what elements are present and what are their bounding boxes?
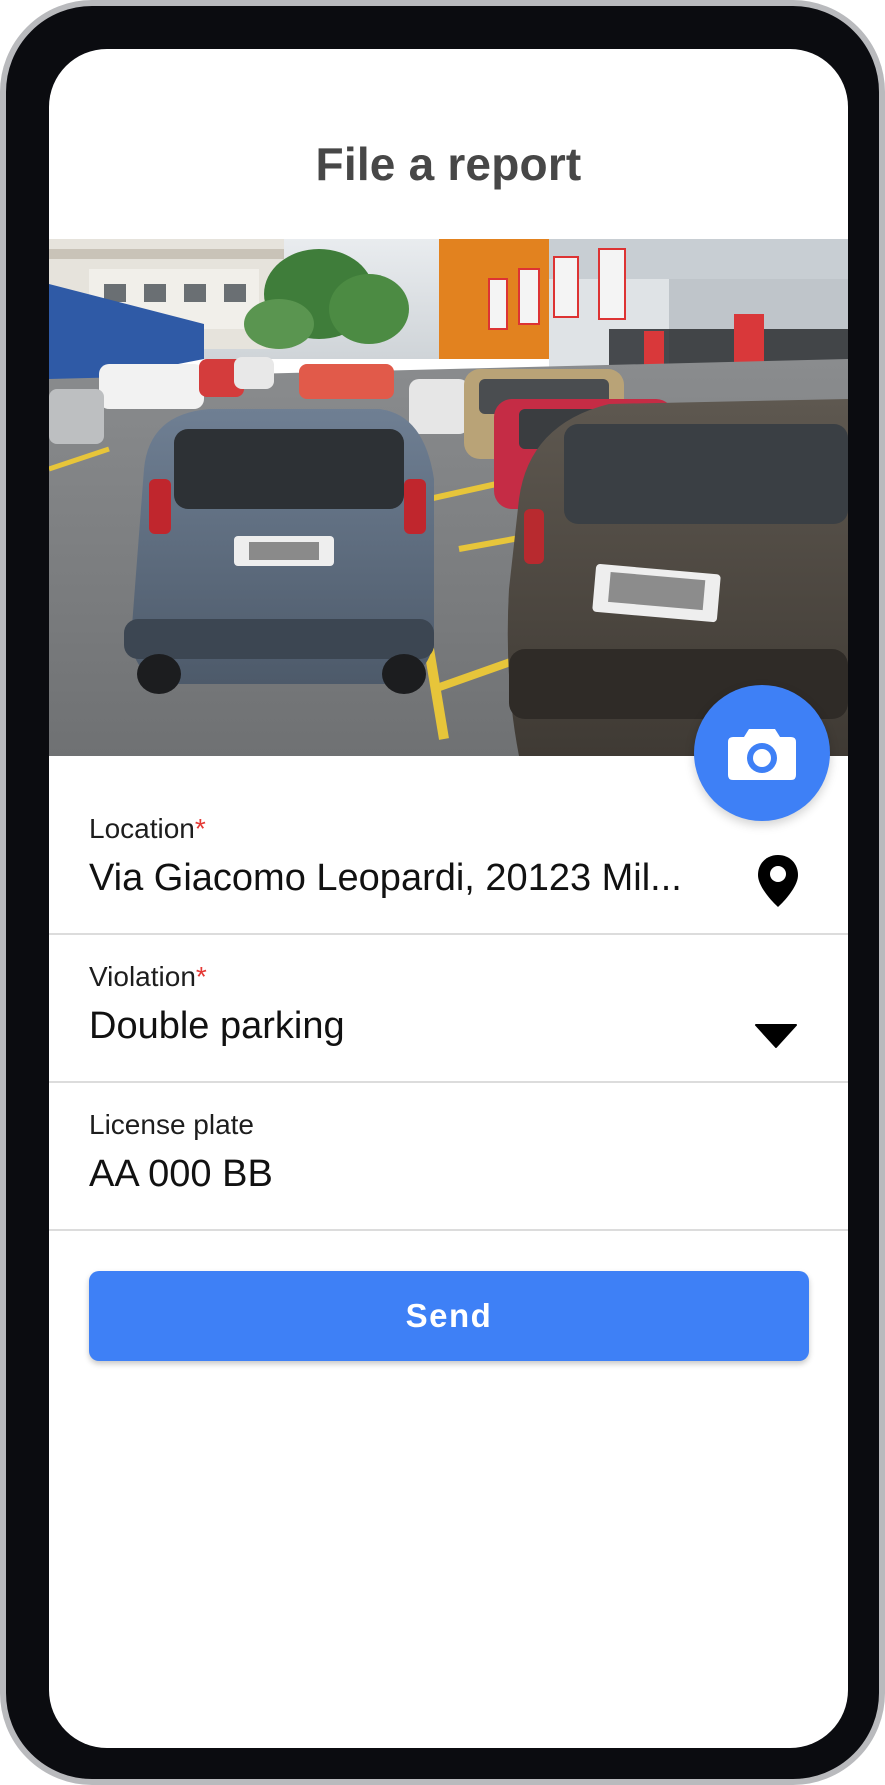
required-mark: *: [194, 813, 206, 844]
required-mark: *: [195, 961, 207, 992]
send-button[interactable]: Send: [89, 1271, 809, 1361]
violation-value: Double parking: [89, 1005, 345, 1047]
location-field[interactable]: Location* Via Giacomo Leopardi, 20123 Mi…: [49, 787, 848, 935]
caret-down-icon[interactable]: [754, 1023, 798, 1054]
page-title: File a report: [315, 138, 582, 190]
phone-frame: File a report Location* Via Giacomo Leop…: [0, 0, 885, 1785]
license-plate-label: License plate: [89, 1109, 255, 1140]
app-screen: File a report Location* Via Giacomo Leop…: [49, 49, 848, 1748]
license-plate-value[interactable]: AA 000 BB: [89, 1153, 273, 1196]
violation-select[interactable]: Violation* Double parking: [49, 935, 848, 1083]
location-label: Location*: [89, 813, 206, 844]
report-photo: [49, 239, 848, 756]
camera-icon: [728, 729, 796, 780]
location-pin-icon[interactable]: [756, 853, 800, 914]
location-value: Via Giacomo Leopardi, 20123 Mil...: [89, 857, 682, 899]
license-plate-field[interactable]: License plate AA 000 BB: [49, 1083, 848, 1231]
violation-label: Violation*: [89, 961, 207, 992]
